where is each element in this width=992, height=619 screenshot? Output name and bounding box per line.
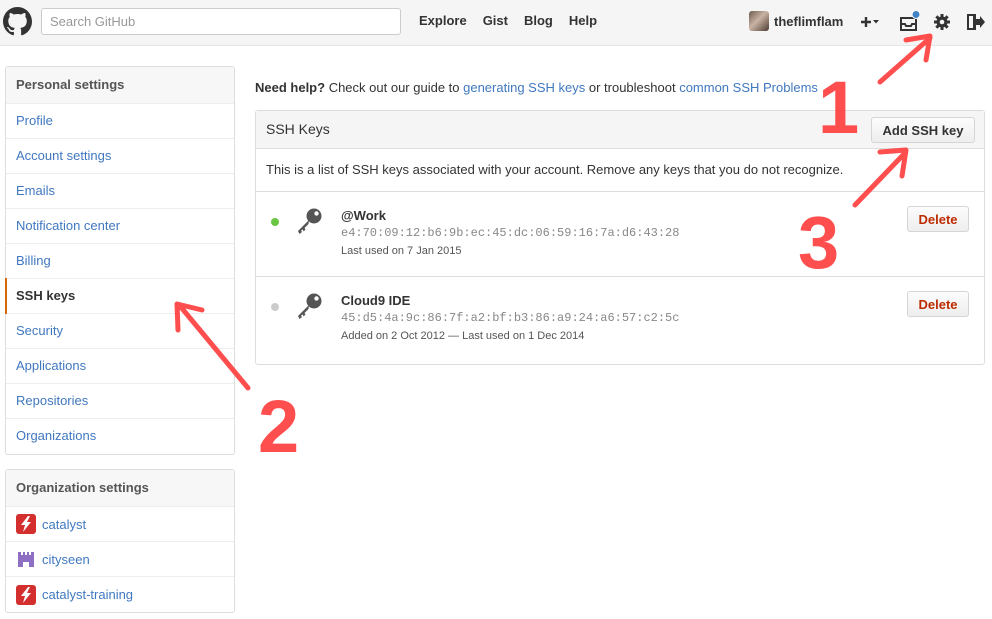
- generating-ssh-keys-link[interactable]: generating SSH keys: [463, 80, 585, 95]
- add-ssh-key-button[interactable]: Add SSH key: [871, 117, 975, 143]
- help-text-part: Check out our guide to: [325, 80, 464, 95]
- plus-dropdown-icon[interactable]: [858, 11, 880, 33]
- personal-settings-heading: Personal settings: [6, 67, 234, 104]
- ssh-keys-title: SSH Keys: [266, 121, 330, 137]
- user-profile-link[interactable]: theflimflam: [749, 11, 843, 31]
- org-item-cityseen[interactable]: cityseen: [6, 542, 234, 577]
- sidebar-item-billing[interactable]: Billing: [6, 244, 234, 279]
- ssh-keys-description: This is a list of SSH keys associated wi…: [256, 149, 984, 192]
- sidebar-item-organizations[interactable]: Organizations: [6, 419, 234, 454]
- delete-key-button[interactable]: Delete: [907, 206, 969, 232]
- sidebar-item-notification-center[interactable]: Notification center: [6, 209, 234, 244]
- org-label: catalyst: [42, 516, 87, 532]
- key-status-inactive-dot: [271, 303, 279, 311]
- personal-settings-menu: Personal settings Profile Account settin…: [5, 66, 235, 455]
- org-item-catalyst[interactable]: catalyst: [6, 507, 234, 542]
- organization-settings-heading: Organization settings: [6, 470, 234, 507]
- key-fingerprint: e4:70:09:12:b6:9b:ec:45:dc:06:59:16:7a:d…: [341, 226, 680, 240]
- search-input[interactable]: [41, 8, 401, 35]
- key-meta: Added on 2 Oct 2012 — Last used on 1 Dec…: [341, 330, 585, 342]
- ssh-keys-box: SSH Keys Add SSH key This is a list of S…: [255, 110, 985, 365]
- sidebar-item-repositories[interactable]: Repositories: [6, 384, 234, 419]
- key-icon: [298, 293, 322, 319]
- delete-key-button[interactable]: Delete: [907, 291, 969, 317]
- sidebar-item-applications[interactable]: Applications: [6, 349, 234, 384]
- nav-blog[interactable]: Blog: [524, 13, 553, 28]
- catalyst-training-logo-icon: [16, 584, 36, 605]
- sidebar-item-security[interactable]: Security: [6, 314, 234, 349]
- key-meta: Last used on 7 Jan 2015: [341, 245, 462, 257]
- help-text: Need help? Check out our guide to genera…: [255, 80, 818, 95]
- nav-gist[interactable]: Gist: [483, 13, 508, 28]
- ssh-keys-header: SSH Keys Add SSH key: [256, 111, 984, 149]
- username: theflimflam: [774, 13, 844, 29]
- sidebar-item-profile[interactable]: Profile: [6, 104, 234, 139]
- sign-out-icon[interactable]: [964, 11, 986, 33]
- key-icon: [298, 208, 322, 234]
- sidebar-item-emails[interactable]: Emails: [6, 174, 234, 209]
- github-logo-icon[interactable]: [3, 7, 32, 36]
- help-text-part: or troubleshoot: [585, 80, 680, 95]
- key-title: @Work: [341, 208, 386, 223]
- organization-settings-menu: Organization settings catalyst cityseen …: [5, 469, 235, 613]
- key-status-active-dot: [271, 218, 279, 226]
- common-ssh-problems-link[interactable]: common SSH Problems: [679, 80, 818, 95]
- site-header: Explore Gist Blog Help theflimflam: [0, 0, 992, 46]
- catalyst-logo-icon: [16, 514, 36, 534]
- nav-help[interactable]: Help: [569, 13, 597, 28]
- org-label: catalyst-training: [42, 587, 134, 602]
- avatar: [749, 11, 769, 31]
- annotation-number-2: 2: [258, 385, 299, 468]
- gear-icon[interactable]: [931, 11, 953, 33]
- cityseen-logo-icon: [16, 549, 36, 569]
- ssh-key-row: Cloud9 IDE 45:d5:4a:9c:86:7f:a2:bf:b3:86…: [256, 277, 984, 362]
- org-label: cityseen: [42, 551, 90, 567]
- sidebar-item-ssh-keys[interactable]: SSH keys: [5, 278, 234, 314]
- key-title: Cloud9 IDE: [341, 293, 411, 308]
- sidebar-item-account-settings[interactable]: Account settings: [6, 139, 234, 174]
- nav-explore[interactable]: Explore: [419, 13, 467, 28]
- main-nav: Explore Gist Blog Help: [419, 13, 613, 28]
- key-fingerprint: 45:d5:4a:9c:86:7f:a2:bf:b3:86:a9:24:a6:5…: [341, 311, 680, 325]
- help-bold: Need help?: [255, 80, 326, 95]
- notifications-icon[interactable]: [898, 11, 920, 33]
- ssh-key-row: @Work e4:70:09:12:b6:9b:ec:45:dc:06:59:1…: [256, 192, 984, 277]
- org-item-catalyst-training[interactable]: catalyst-training: [6, 577, 234, 612]
